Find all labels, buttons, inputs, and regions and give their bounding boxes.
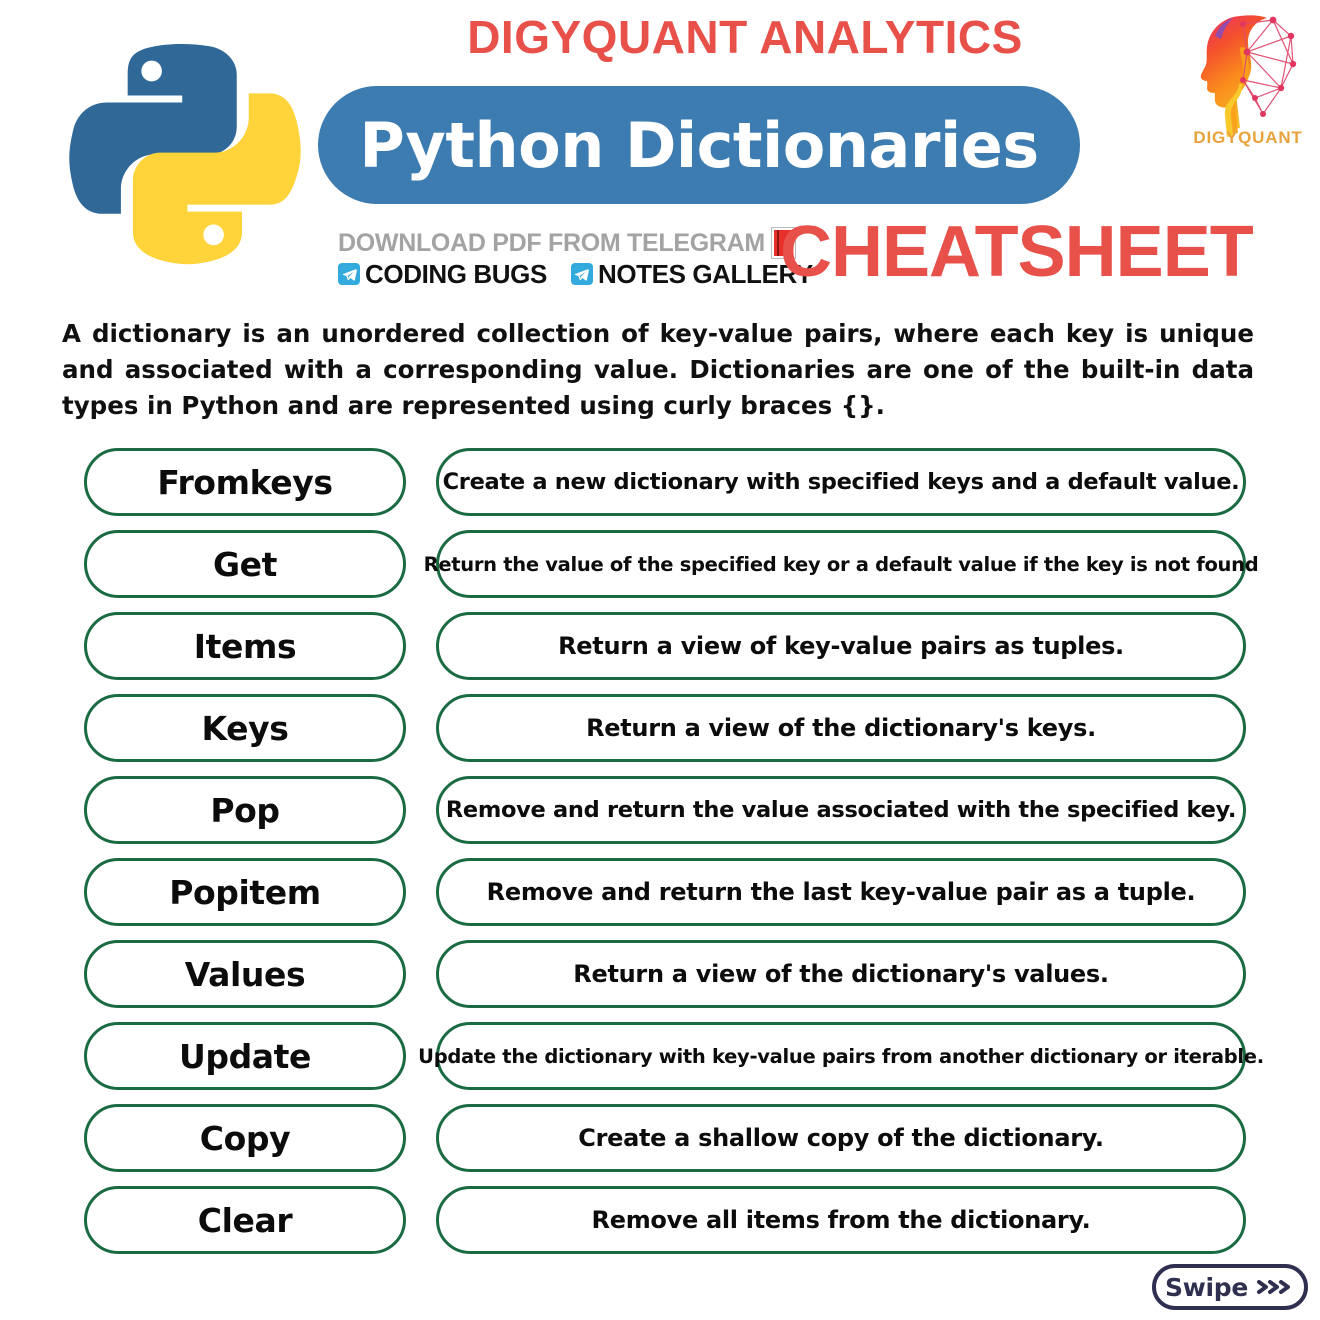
method-description-pill[interactable]: Remove all items from the dictionary. bbox=[436, 1186, 1246, 1254]
digyquant-wordmark: DIGYQUANT bbox=[1193, 128, 1303, 147]
method-description-pill[interactable]: Return a view of key-value pairs as tupl… bbox=[436, 612, 1246, 680]
intro-paragraph: A dictionary is an unordered collection … bbox=[62, 319, 1254, 420]
page-title-banner: Python Dictionaries bbox=[318, 86, 1080, 204]
page-title: Python Dictionaries bbox=[359, 108, 1039, 182]
method-description-pill[interactable]: Return the value of the specified key or… bbox=[424, 530, 1259, 598]
method-description: Remove and return the value associated w… bbox=[445, 797, 1237, 823]
method-description: Return a view of key-value pairs as tupl… bbox=[558, 632, 1124, 660]
method-description-pill[interactable]: Remove and return the value associated w… bbox=[436, 776, 1246, 844]
swipe-button[interactable]: Swipe bbox=[1152, 1264, 1308, 1310]
method-description-pill[interactable]: Remove and return the last key-value pai… bbox=[436, 858, 1246, 926]
method-name-pill[interactable]: Values bbox=[84, 940, 406, 1008]
method-description-pill[interactable]: Update the dictionary with key-value pai… bbox=[418, 1022, 1264, 1090]
method-description: Remove all items from the dictionary. bbox=[591, 1206, 1091, 1234]
method-name-pill[interactable]: Copy bbox=[84, 1104, 406, 1172]
method-description-pill[interactable]: Create a new dictionary with specified k… bbox=[436, 448, 1246, 516]
telegram-download-label: DOWNLOAD PDF FROM TELEGRAM bbox=[338, 228, 765, 257]
method-row: Fromkeys Create a new dictionary with sp… bbox=[0, 448, 1320, 516]
method-row: Keys Return a view of the dictionary's k… bbox=[0, 694, 1320, 762]
method-row: Clear Remove all items from the dictiona… bbox=[0, 1186, 1320, 1254]
method-description: Return a view of the dictionary's values… bbox=[573, 960, 1109, 988]
telegram-paper-plane-icon[interactable] bbox=[338, 263, 360, 285]
method-name-pill[interactable]: Pop bbox=[84, 776, 406, 844]
swipe-label: Swipe bbox=[1164, 1272, 1249, 1302]
method-name: Pop bbox=[210, 790, 280, 830]
method-row: Get Return the value of the specified ke… bbox=[0, 530, 1320, 598]
method-description: Return a view of the dictionary's keys. bbox=[586, 714, 1096, 742]
method-description-pill[interactable]: Create a shallow copy of the dictionary. bbox=[436, 1104, 1246, 1172]
cheatsheet-label: CHEATSHEET bbox=[780, 212, 1254, 292]
method-description: Create a new dictionary with specified k… bbox=[442, 469, 1240, 495]
telegram-channel-1-label: CODING BUGS bbox=[365, 259, 547, 289]
method-name: Get bbox=[212, 544, 278, 584]
method-list: Fromkeys Create a new dictionary with sp… bbox=[0, 448, 1320, 1268]
method-row: Items Return a view of key-value pairs a… bbox=[0, 612, 1320, 680]
method-description: Return the value of the specified key or… bbox=[423, 552, 1259, 576]
method-name: Popitem bbox=[169, 872, 321, 912]
method-description: Create a shallow copy of the dictionary. bbox=[578, 1124, 1104, 1152]
method-row: Values Return a view of the dictionary's… bbox=[0, 940, 1320, 1008]
digyquant-head-network-icon bbox=[1185, 6, 1311, 141]
telegram-channels-line: CODING BUGS NOTES GALLERY bbox=[338, 259, 813, 289]
python-logo-icon bbox=[62, 28, 302, 273]
method-name-pill[interactable]: Items bbox=[84, 612, 406, 680]
brand-title: DIGYQUANT ANALYTICS bbox=[467, 11, 1023, 63]
method-name: Fromkeys bbox=[157, 462, 333, 502]
method-name-pill[interactable]: Keys bbox=[84, 694, 406, 762]
method-name-pill[interactable]: Get bbox=[84, 530, 406, 598]
method-row: Popitem Remove and return the last key-v… bbox=[0, 858, 1320, 926]
method-description-pill[interactable]: Return a view of the dictionary's keys. bbox=[436, 694, 1246, 762]
method-row: Pop Remove and return the value associat… bbox=[0, 776, 1320, 844]
method-name: Clear bbox=[197, 1200, 293, 1240]
page-header: DIGYQUANT ANALYTICS Python Dictionaries … bbox=[0, 0, 1320, 300]
method-name-pill[interactable]: Fromkeys bbox=[84, 448, 406, 516]
method-description: Update the dictionary with key-value pai… bbox=[418, 1044, 1264, 1068]
method-name: Values bbox=[184, 954, 306, 994]
method-name: Keys bbox=[201, 708, 289, 748]
method-name-pill[interactable]: Clear bbox=[84, 1186, 406, 1254]
method-row: Update Update the dictionary with key-va… bbox=[0, 1022, 1320, 1090]
triple-chevron-right-icon bbox=[1255, 1277, 1295, 1297]
method-description: Remove and return the last key-value pai… bbox=[486, 878, 1196, 906]
method-name: Items bbox=[193, 626, 297, 666]
method-name: Copy bbox=[199, 1118, 291, 1158]
method-name: Update bbox=[178, 1036, 312, 1076]
telegram-promo-block: DOWNLOAD PDF FROM TELEGRAM CODING BUGS N… bbox=[338, 228, 813, 289]
method-description-pill[interactable]: Return a view of the dictionary's values… bbox=[436, 940, 1246, 1008]
telegram-paper-plane-icon-2[interactable] bbox=[570, 263, 593, 285]
telegram-download-line: DOWNLOAD PDF FROM TELEGRAM bbox=[338, 228, 795, 258]
method-name-pill[interactable]: Popitem bbox=[84, 858, 406, 926]
method-name-pill[interactable]: Update bbox=[84, 1022, 406, 1090]
method-row: Copy Create a shallow copy of the dictio… bbox=[0, 1104, 1320, 1172]
